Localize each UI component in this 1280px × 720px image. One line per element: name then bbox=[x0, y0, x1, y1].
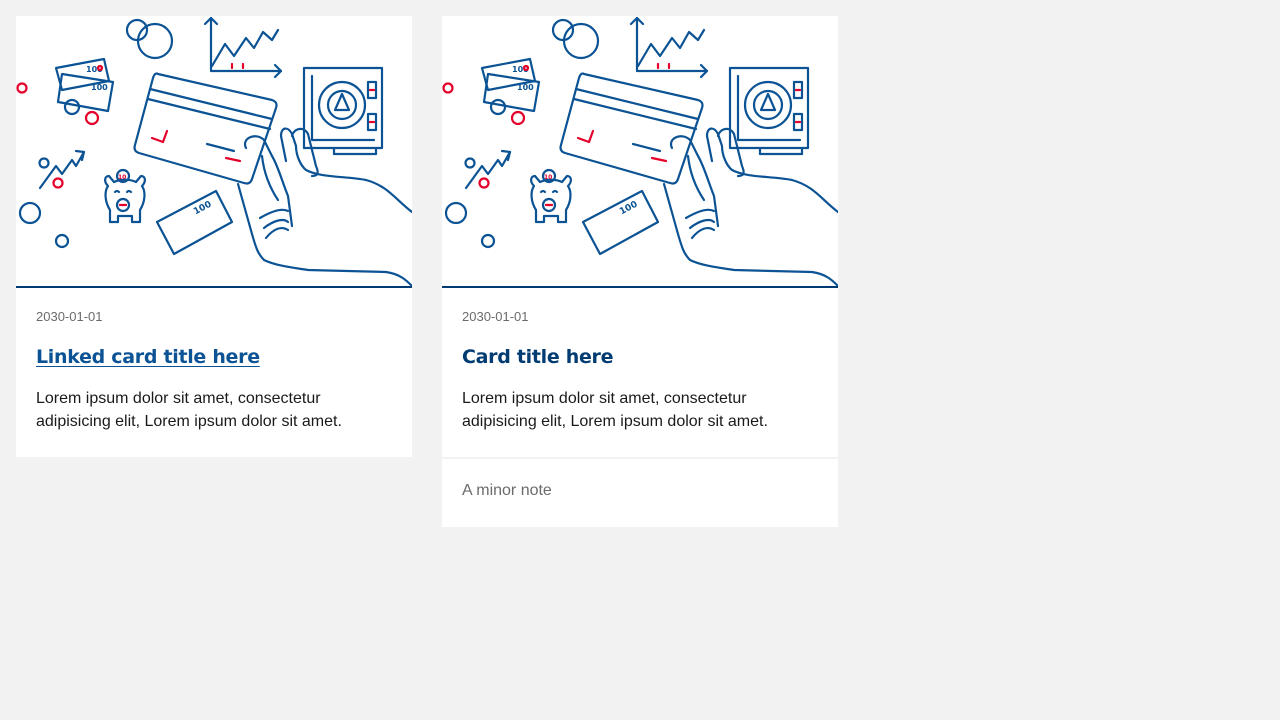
card-body: 2030-01-01 Card title here Lorem ipsum d… bbox=[442, 288, 838, 457]
svg-text:10: 10 bbox=[544, 174, 552, 181]
safe-icon bbox=[302, 66, 384, 156]
card-title: Card title here bbox=[462, 346, 614, 368]
coins-icon bbox=[16, 18, 174, 249]
chart-icon bbox=[203, 16, 283, 79]
svg-text:100: 100 bbox=[91, 83, 108, 92]
banknote-icon: 100 100 bbox=[54, 57, 115, 113]
piggy-bank-icon: 10 bbox=[104, 168, 146, 224]
banknote-icon: 100 100 bbox=[480, 57, 541, 113]
card-text: Lorem ipsum dolor sit amet, consectetur … bbox=[462, 390, 768, 430]
banknote-icon: 100 bbox=[155, 189, 234, 256]
card: 100 100 10 100 2030-01-01 Card title her… bbox=[442, 16, 838, 527]
card-title-link[interactable]: Linked card title here bbox=[36, 346, 260, 368]
card-illustration: 100 100 10 100 bbox=[442, 16, 838, 288]
card-linked: 100 100 10 100 2030-01-01 Linked card ti… bbox=[16, 16, 412, 457]
svg-text:10: 10 bbox=[118, 174, 126, 181]
piggy-bank-icon: 10 bbox=[530, 168, 572, 224]
safe-icon bbox=[728, 66, 810, 156]
card-title: Linked card title here bbox=[36, 345, 392, 369]
card-illustration: 100 100 10 100 bbox=[16, 16, 412, 288]
svg-text:100: 100 bbox=[517, 83, 534, 92]
chart-icon bbox=[629, 16, 709, 79]
hand-icon bbox=[236, 127, 412, 286]
card-text: Lorem ipsum dolor sit amet, consectetur … bbox=[36, 390, 342, 430]
card-body: 2030-01-01 Linked card title here Lorem … bbox=[16, 288, 412, 457]
credit-card-icon bbox=[559, 72, 704, 185]
card-date: 2030-01-01 bbox=[462, 309, 529, 324]
coins-icon bbox=[442, 18, 600, 249]
hand-icon bbox=[662, 127, 838, 286]
credit-card-icon bbox=[133, 72, 278, 185]
banknote-icon: 100 bbox=[581, 189, 660, 256]
card-footer-note: A minor note bbox=[442, 457, 838, 527]
card-date: 2030-01-01 bbox=[36, 309, 103, 324]
